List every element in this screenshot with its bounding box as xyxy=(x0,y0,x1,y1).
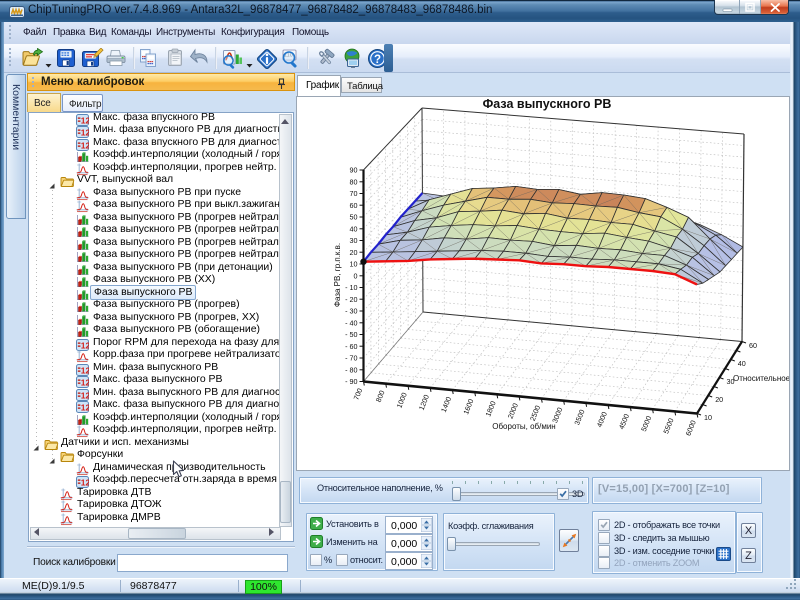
svg-text:60: 60 xyxy=(749,341,757,350)
svg-text:80: 80 xyxy=(350,177,358,186)
svg-text:Обороты, об/мин: Обороты, об/мин xyxy=(492,422,555,431)
svg-text:Относительное наполнение, %: Относительное наполнение, % xyxy=(733,374,789,383)
svg-text:1400: 1400 xyxy=(439,395,453,413)
svg-text:Фаза выпускного РВ: Фаза выпускного РВ xyxy=(483,97,612,111)
svg-text:5500: 5500 xyxy=(661,417,675,435)
svg-text:12: 12 xyxy=(81,390,89,400)
svg-text:1600: 1600 xyxy=(461,398,475,416)
svg-text:0: 0 xyxy=(354,271,358,280)
svg-text:10: 10 xyxy=(704,413,712,422)
svg-text:70: 70 xyxy=(350,189,358,198)
svg-text:5000: 5000 xyxy=(639,415,653,433)
svg-text:12: 12 xyxy=(81,340,89,350)
svg-text:30: 30 xyxy=(350,236,358,245)
svg-text:1800: 1800 xyxy=(483,400,497,418)
svg-text:- 10: - 10 xyxy=(345,283,357,292)
svg-text:- 80: - 80 xyxy=(345,365,357,374)
svg-text:Фаза РВ, гр.п.к.в.: Фаза РВ, гр.п.к.в. xyxy=(333,243,342,307)
svg-text:90: 90 xyxy=(350,166,358,175)
svg-text:2500: 2500 xyxy=(528,404,542,422)
svg-text:12: 12 xyxy=(81,378,89,388)
svg-text:- 90: - 90 xyxy=(345,377,357,386)
svg-text:12: 12 xyxy=(81,140,89,150)
svg-text:4000: 4000 xyxy=(595,410,609,428)
svg-text:12: 12 xyxy=(81,115,89,125)
svg-text:12: 12 xyxy=(81,128,89,138)
svg-text:4500: 4500 xyxy=(617,412,631,430)
svg-text:20: 20 xyxy=(715,395,723,404)
svg-text:- 20: - 20 xyxy=(345,295,357,304)
svg-text:40: 40 xyxy=(350,224,358,233)
svg-text:- 70: - 70 xyxy=(345,354,357,363)
svg-text:- 40: - 40 xyxy=(345,318,357,327)
svg-text:12: 12 xyxy=(81,365,89,375)
svg-text:20: 20 xyxy=(350,248,358,257)
svg-text:700: 700 xyxy=(352,387,365,401)
svg-text:?: ? xyxy=(374,54,381,66)
svg-text:- 60: - 60 xyxy=(345,342,357,351)
svg-text:2000: 2000 xyxy=(506,402,520,420)
svg-text:3500: 3500 xyxy=(572,408,586,426)
svg-text:12: 12 xyxy=(81,403,89,413)
svg-text:- 30: - 30 xyxy=(345,307,357,316)
svg-text:6000: 6000 xyxy=(684,419,698,437)
svg-text:800: 800 xyxy=(374,389,387,403)
svg-text:40: 40 xyxy=(738,359,746,368)
svg-text:1000: 1000 xyxy=(395,391,409,409)
svg-text:- 50: - 50 xyxy=(345,330,357,339)
svg-text:60: 60 xyxy=(350,201,358,210)
svg-text:10: 10 xyxy=(350,260,358,269)
svg-text:1200: 1200 xyxy=(417,393,431,411)
svg-text:50: 50 xyxy=(350,213,358,222)
